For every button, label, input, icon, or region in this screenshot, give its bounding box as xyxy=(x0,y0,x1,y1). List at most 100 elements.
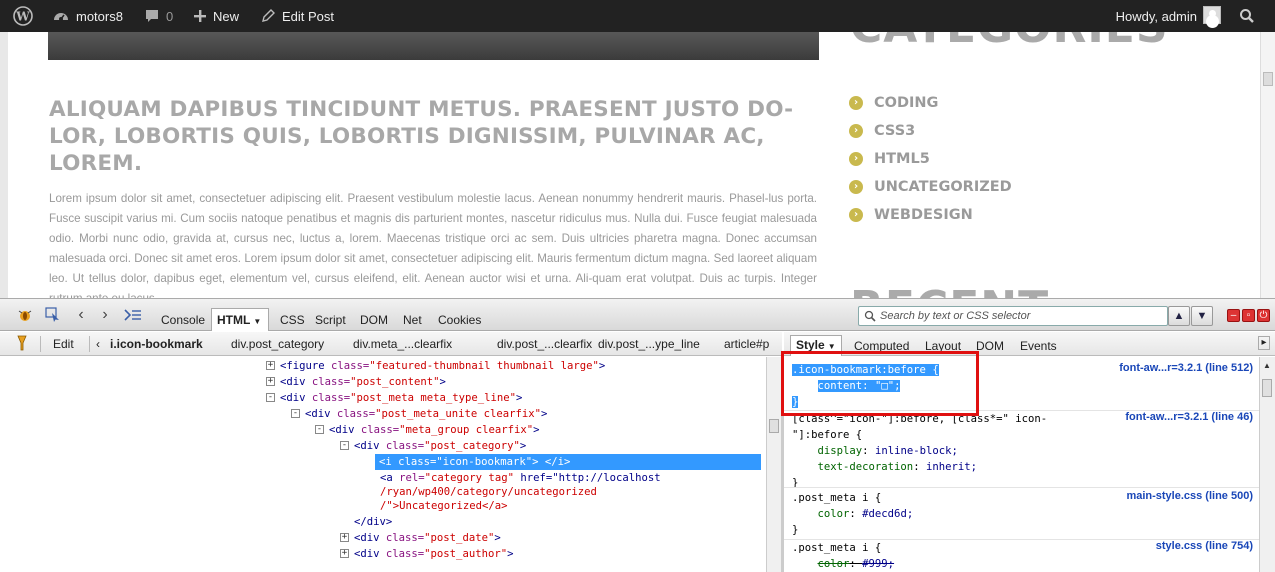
minimize-icon[interactable]: – xyxy=(1227,309,1240,322)
css-selector[interactable]: [class^="icon-"]:before, [class*=" icon-… xyxy=(792,413,1047,441)
html-node[interactable]: + <figure class="featured-thumbnail thumb… xyxy=(266,358,605,374)
html-node[interactable]: - <div class="post_meta_unite clearfix"> xyxy=(291,406,547,422)
breadcrumb-item[interactable]: div.post_...ype_line xyxy=(598,337,700,351)
html-node[interactable]: - <div class="post_meta meta_type_line"> xyxy=(266,390,522,406)
css-rule[interactable]: .post_meta i { color: #decd6d; } main-st… xyxy=(792,490,1257,538)
tab-events[interactable]: Events xyxy=(1020,339,1057,353)
category-label: UNCATEGORIZED xyxy=(874,179,1012,195)
css-value[interactable]: #999; xyxy=(862,558,894,570)
firebug-bug-icon[interactable] xyxy=(16,307,34,323)
search-previous-button[interactable]: ▲ xyxy=(1168,306,1190,326)
chevron-circle-right-icon: › xyxy=(849,180,863,194)
css-value[interactable]: inherit; xyxy=(926,461,977,473)
html-node-selected[interactable]: <i class="icon-bookmark"> </i> xyxy=(375,454,761,470)
css-selector[interactable]: .post_meta i { xyxy=(792,542,881,554)
edit-post-link[interactable]: Edit Post xyxy=(260,0,334,32)
forward-arrow-icon[interactable]: › xyxy=(96,306,114,323)
css-rule[interactable]: .post_meta i { color: #999; style.css (l… xyxy=(792,540,1257,572)
detach-icon[interactable]: ▫ xyxy=(1242,309,1255,322)
close-icon[interactable]: ⏻ xyxy=(1257,309,1270,322)
tab-css[interactable]: CSS xyxy=(275,311,310,331)
breadcrumb-item[interactable]: i.icon-bookmark xyxy=(110,337,203,351)
dropdown-triangle-icon: ▼ xyxy=(827,342,836,351)
tab-html[interactable]: HTML ▼ xyxy=(211,308,269,331)
pin-icon[interactable] xyxy=(16,335,28,354)
divider xyxy=(40,336,41,352)
firebug-search-input[interactable]: Search by text or CSS selector xyxy=(858,306,1168,326)
breadcrumb-item[interactable]: div.post_...clearfix xyxy=(497,337,592,351)
howdy-label: Howdy, admin xyxy=(1115,8,1197,24)
tab-dom[interactable]: DOM xyxy=(355,311,393,331)
css-property[interactable]: color xyxy=(818,558,850,570)
css-property[interactable]: text-decoration xyxy=(818,461,914,473)
tab-console[interactable]: Console xyxy=(156,311,210,331)
html-node[interactable]: + <div class="post_date"> xyxy=(340,530,501,546)
breadcrumb-scroll-left-icon[interactable]: ‹ xyxy=(96,337,100,351)
css-rule[interactable]: [class^="icon-"]:before, [class*=" icon-… xyxy=(792,411,1257,491)
site-name-menu[interactable]: motors8 xyxy=(52,0,123,32)
html-panel-scrollbar[interactable] xyxy=(766,357,781,572)
css-source-link[interactable]: main-style.css (line 500) xyxy=(1126,490,1253,502)
category-item[interactable]: › CODING xyxy=(849,89,1012,117)
svg-text:W: W xyxy=(15,10,30,24)
breadcrumb-item[interactable]: article#p xyxy=(724,337,769,351)
tab-dom-side[interactable]: DOM xyxy=(976,339,1004,353)
chevron-circle-right-icon: › xyxy=(849,124,863,138)
my-account-menu[interactable]: Howdy, admin xyxy=(1116,0,1197,32)
style-panel-scrollbar[interactable]: ▲ xyxy=(1259,357,1275,572)
css-value[interactable]: #decd6d; xyxy=(862,508,913,520)
inspect-element-icon[interactable] xyxy=(44,307,62,323)
page-content: CATEGORIES ALIQUAM DAPIBUS TINCIDUNT MET… xyxy=(0,32,1275,298)
command-line-icon[interactable] xyxy=(124,307,142,323)
css-selector[interactable]: .post_meta i { xyxy=(792,492,881,504)
css-property[interactable]: display xyxy=(818,445,863,457)
html-node[interactable]: + <div class="post_author"> xyxy=(340,546,513,562)
admin-search-icon[interactable] xyxy=(1237,0,1257,32)
tab-cookies[interactable]: Cookies xyxy=(433,311,486,331)
expand-toggle-icon[interactable]: + xyxy=(340,549,349,558)
tab-script[interactable]: Script xyxy=(310,311,351,331)
css-source-link[interactable]: style.css (line 754) xyxy=(1156,540,1253,552)
divider xyxy=(784,487,1259,488)
wordpress-logo-icon[interactable]: W xyxy=(8,0,38,32)
css-source-link[interactable]: font-aw...r=3.2.1 (line 46) xyxy=(1125,411,1253,423)
collapse-toggle-icon[interactable]: - xyxy=(340,441,349,450)
css-value[interactable]: inline-block; xyxy=(875,445,958,457)
html-node[interactable]: - <div class="post_category"> xyxy=(340,438,526,454)
category-item[interactable]: › UNCATEGORIZED xyxy=(849,173,1012,201)
avatar[interactable] xyxy=(1203,6,1221,24)
page-scrollbar[interactable] xyxy=(1260,32,1275,298)
expand-toggle-icon[interactable]: + xyxy=(340,533,349,542)
tab-net[interactable]: Net xyxy=(398,311,427,331)
collapse-toggle-icon[interactable]: - xyxy=(291,409,300,418)
expand-toggle-icon[interactable]: + xyxy=(266,377,275,386)
collapse-toggle-icon[interactable]: - xyxy=(266,393,275,402)
style-panel-scrollbar-thumb[interactable] xyxy=(1262,379,1272,397)
html-node-continuation: /">Uncategorized</a> xyxy=(380,500,508,512)
dropdown-triangle-icon: ▼ xyxy=(253,317,262,326)
category-item[interactable]: › CSS3 xyxy=(849,117,1012,145)
html-panel-scrollbar-thumb[interactable] xyxy=(769,419,779,433)
page-scrollbar-thumb[interactable] xyxy=(1263,72,1273,86)
comments-menu[interactable]: 0 xyxy=(144,0,173,32)
edit-button[interactable]: Edit xyxy=(53,337,74,351)
breadcrumb: Edit ‹ i.icon-bookmark div.post_category… xyxy=(0,332,782,356)
pencil-icon xyxy=(260,8,276,24)
post-title[interactable]: ALIQUAM DAPIBUS TINCIDUNT METUS. PRAESEN… xyxy=(49,96,809,177)
css-property[interactable]: color xyxy=(818,508,850,520)
back-arrow-icon[interactable]: ‹ xyxy=(72,306,90,323)
category-item[interactable]: › HTML5 xyxy=(849,145,1012,173)
breadcrumb-item[interactable]: div.meta_...clearfix xyxy=(353,337,452,351)
expand-toggle-icon[interactable]: + xyxy=(266,361,275,370)
search-next-button[interactable]: ▼ xyxy=(1191,306,1213,326)
css-source-link[interactable]: font-aw...r=3.2.1 (line 512) xyxy=(1119,362,1253,374)
new-content-menu[interactable]: New xyxy=(193,0,239,32)
breadcrumb-item[interactable]: div.post_category xyxy=(231,337,324,351)
side-panel-menu-icon[interactable]: ▸ xyxy=(1258,336,1270,350)
scroll-up-icon[interactable]: ▲ xyxy=(1263,361,1271,370)
search-placeholder: Search by text or CSS selector xyxy=(880,310,1031,322)
category-item[interactable]: › WEBDESIGN xyxy=(849,201,1012,229)
collapse-toggle-icon[interactable]: - xyxy=(315,425,324,434)
html-node[interactable]: + <div class="post_content"> xyxy=(266,374,446,390)
html-node[interactable]: - <div class="meta_group clearfix"> xyxy=(315,422,540,438)
